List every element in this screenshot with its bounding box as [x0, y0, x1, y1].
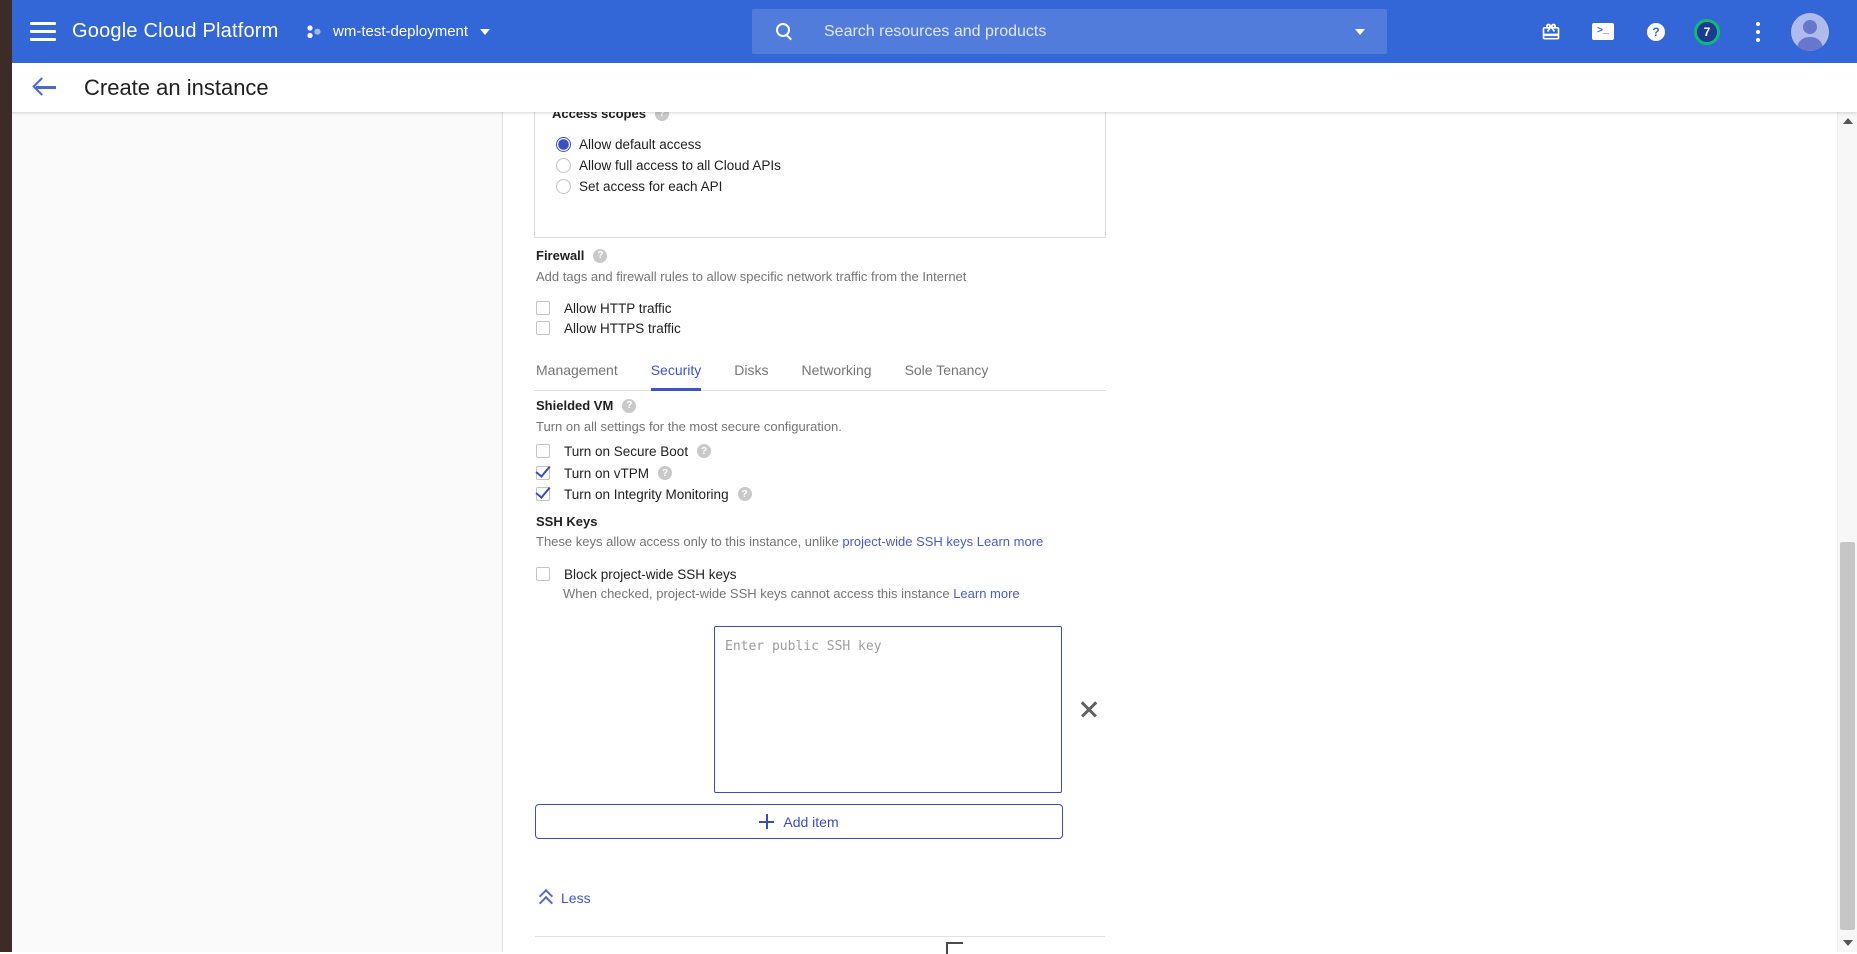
checkbox-label[interactable]: Turn on Integrity Monitoring — [564, 487, 729, 502]
gift-icon — [1541, 22, 1561, 42]
avatar — [1791, 13, 1829, 51]
search-icon — [776, 23, 794, 41]
checkbox-vtpm[interactable]: Turn on vTPM — [536, 465, 672, 481]
create-instance-form: Access scopes Allow default access Allow… — [534, 0, 1106, 952]
project-selector[interactable]: wm-test-deployment — [305, 0, 490, 63]
help-icon[interactable] — [593, 249, 607, 263]
notification-badge: 7 — [1694, 19, 1720, 45]
tab-security[interactable]: Security — [651, 362, 702, 390]
scroll-up-button[interactable] — [1838, 112, 1857, 130]
screen-edge-strip — [0, 0, 12, 952]
radio-icon[interactable] — [556, 179, 571, 194]
checkbox-secure-boot[interactable]: Turn on Secure Boot — [536, 443, 711, 459]
checkbox-block-project-wide-ssh[interactable]: Block project-wide SSH keys — [536, 566, 737, 582]
plus-icon — [759, 814, 774, 829]
search-bar[interactable]: Search resources and products — [752, 9, 1387, 54]
checkbox-icon[interactable] — [536, 466, 550, 480]
firewall-description: Add tags and firewall rules to allow spe… — [536, 269, 966, 284]
arrow-down-icon — [1843, 940, 1853, 946]
scrollbar-thumb[interactable] — [1840, 542, 1855, 930]
tab-networking[interactable]: Networking — [802, 362, 872, 390]
checkbox-icon[interactable] — [536, 301, 550, 315]
radio-label[interactable]: Set access for each API — [579, 179, 722, 194]
help-icon[interactable] — [658, 466, 672, 480]
collapse-icon — [539, 890, 552, 906]
app-bar: Google Cloud Platform wm-test-deployment… — [0, 0, 1857, 63]
search-placeholder[interactable]: Search resources and products — [824, 23, 1355, 41]
tab-disks[interactable]: Disks — [734, 362, 768, 390]
cloud-shell-button[interactable]: >_ — [1590, 0, 1616, 63]
firewall-label: Firewall — [536, 248, 584, 263]
checkbox-icon[interactable] — [536, 321, 550, 335]
radio-set-access-each-api[interactable]: Set access for each API — [556, 176, 722, 196]
radio-allow-full-access[interactable]: Allow full access to all Cloud APIs — [556, 155, 781, 175]
left-panel — [12, 63, 503, 952]
checkbox-icon[interactable] — [536, 444, 550, 458]
learn-more-link[interactable]: Learn more — [953, 586, 1019, 601]
help-icon[interactable] — [738, 487, 752, 501]
search-dropdown-icon[interactable] — [1355, 29, 1365, 35]
checkbox-integrity-monitoring[interactable]: Turn on Integrity Monitoring — [536, 486, 752, 502]
vertical-scrollbar[interactable] — [1837, 112, 1857, 952]
arrow-up-icon — [1843, 118, 1853, 124]
add-item-button[interactable]: Add item — [535, 804, 1063, 839]
free-trial-gift-button[interactable] — [1538, 0, 1564, 63]
product-logo[interactable]: Google Cloud Platform — [72, 0, 279, 63]
checkbox-label[interactable]: Turn on vTPM — [564, 466, 649, 481]
tab-sole-tenancy[interactable]: Sole Tenancy — [905, 362, 989, 390]
notifications-button[interactable]: 7 — [1693, 0, 1721, 63]
remove-ssh-key-button[interactable] — [1078, 698, 1100, 720]
menu-icon[interactable] — [30, 22, 56, 41]
scroll-down-button[interactable] — [1838, 934, 1857, 952]
settings-tabs: Management Security Disks Networking Sol… — [534, 355, 1106, 391]
help-icon[interactable] — [697, 444, 711, 458]
page-header: Create an instance — [0, 63, 1857, 112]
radio-label[interactable]: Allow default access — [579, 137, 701, 152]
checkbox-label[interactable]: Allow HTTPS traffic — [564, 321, 681, 336]
help-button[interactable]: ? — [1644, 0, 1668, 63]
ssh-keys-description: These keys allow access only to this ins… — [536, 534, 1043, 549]
checkbox-icon[interactable] — [536, 567, 550, 581]
tab-management[interactable]: Management — [536, 362, 618, 390]
radio-label[interactable]: Allow full access to all Cloud APIs — [579, 158, 781, 173]
checkbox-label[interactable]: Turn on Secure Boot — [564, 444, 688, 459]
firewall-label-row: Firewall — [536, 248, 607, 263]
checkbox-label[interactable]: Block project-wide SSH keys — [564, 567, 737, 582]
block-ssh-note-text: When checked, project-wide SSH keys cann… — [563, 586, 953, 601]
back-arrow-icon[interactable] — [34, 77, 58, 97]
question-icon: ? — [1647, 23, 1665, 41]
account-button[interactable] — [1791, 0, 1829, 63]
page-title: Create an instance — [84, 63, 269, 112]
clipped-bottom-element — [946, 942, 963, 954]
ssh-keys-description-text: These keys allow access only to this ins… — [536, 534, 842, 549]
project-icon — [305, 23, 323, 41]
checkbox-allow-https[interactable]: Allow HTTPS traffic — [536, 320, 681, 336]
less-label: Less — [561, 890, 591, 906]
block-ssh-note: When checked, project-wide SSH keys cann… — [563, 586, 1020, 601]
radio-allow-default-access[interactable]: Allow default access — [556, 134, 701, 154]
collapse-less-button[interactable]: Less — [539, 888, 591, 908]
ssh-keys-label: SSH Keys — [536, 514, 597, 529]
shielded-vm-label-row: Shielded VM — [536, 398, 636, 413]
project-wide-ssh-keys-link[interactable]: project-wide SSH keys Learn more — [842, 534, 1043, 549]
shielded-vm-description: Turn on all settings for the most secure… — [536, 419, 842, 434]
ssh-key-input[interactable] — [714, 626, 1062, 793]
terminal-icon: >_ — [1592, 23, 1614, 40]
shielded-vm-label: Shielded VM — [536, 398, 613, 413]
help-icon[interactable] — [622, 399, 636, 413]
more-options-button[interactable] — [1750, 0, 1766, 63]
chevron-down-icon — [480, 29, 490, 35]
add-item-label: Add item — [783, 814, 838, 830]
radio-icon[interactable] — [556, 137, 571, 152]
checkbox-label[interactable]: Allow HTTP traffic — [564, 301, 672, 316]
project-name[interactable]: wm-test-deployment — [333, 23, 468, 40]
checkbox-icon[interactable] — [536, 487, 550, 501]
checkbox-allow-http[interactable]: Allow HTTP traffic — [536, 300, 672, 316]
radio-icon[interactable] — [556, 158, 571, 173]
access-scopes-box: Access scopes Allow default access Allow… — [534, 94, 1106, 238]
section-divider — [535, 936, 1105, 937]
